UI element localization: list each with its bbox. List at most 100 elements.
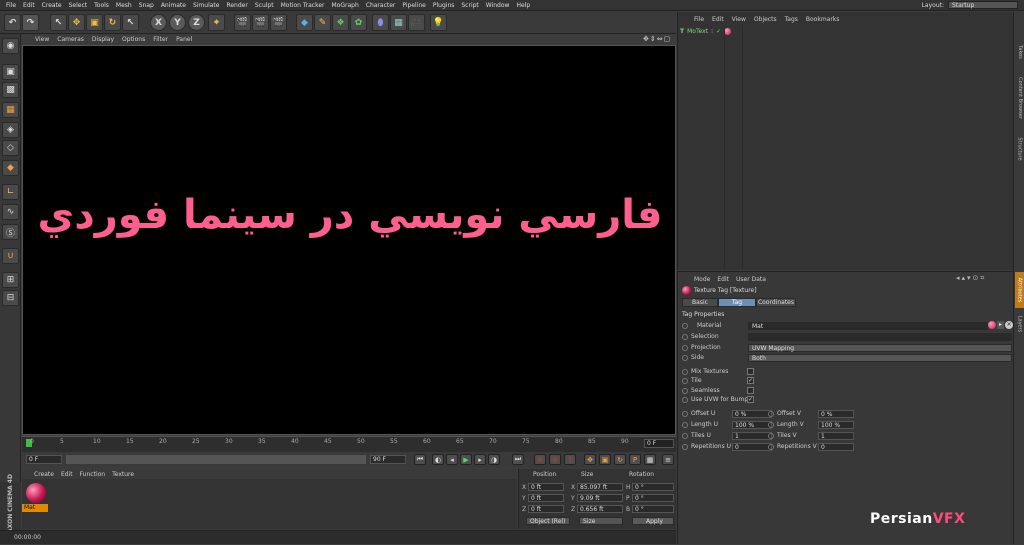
z-axis-button[interactable]: Z: [188, 14, 205, 31]
move-icon[interactable]: ✥: [68, 14, 85, 31]
menu-mograph[interactable]: MoGraph: [332, 2, 359, 9]
edges-mode-icon[interactable]: ◇: [2, 140, 19, 156]
viewport[interactable]: فارسي نويسي در سينما فوردي: [22, 45, 676, 435]
takes-tab[interactable]: Takes: [1015, 42, 1024, 62]
axis-mode-icon[interactable]: ∟: [2, 184, 19, 200]
material-name-label[interactable]: Mat: [22, 504, 48, 512]
object-row[interactable]: T MoText ⁝ ✓: [680, 26, 800, 36]
size-y-field[interactable]: 9.09 ft: [577, 494, 623, 502]
selection-field[interactable]: [748, 333, 1012, 341]
object-name[interactable]: MoText: [687, 28, 708, 35]
material-menu-texture[interactable]: Texture: [112, 471, 134, 478]
menu-create[interactable]: Create: [42, 2, 62, 9]
end-frame-field[interactable]: 90 F: [370, 455, 406, 464]
start-frame-field[interactable]: 0 F: [26, 455, 62, 464]
object-menu-bookmarks[interactable]: Bookmarks: [806, 16, 840, 23]
object-menu-view[interactable]: View: [732, 16, 746, 23]
render-view-icon[interactable]: 🎬: [234, 14, 251, 31]
object-menu-tags[interactable]: Tags: [785, 16, 798, 23]
menu-render[interactable]: Render: [226, 2, 247, 9]
point-level-icon[interactable]: ▦: [644, 454, 656, 465]
material-menu-edit[interactable]: Edit: [61, 471, 73, 478]
rot-h-field[interactable]: 0 °: [632, 483, 674, 491]
tab-basic[interactable]: Basic: [682, 298, 718, 307]
keyframe-selection-icon[interactable]: ?: [564, 454, 576, 465]
anim-dot-icon[interactable]: [682, 377, 688, 384]
deformer-icon[interactable]: ⬮: [372, 14, 389, 31]
structure-tab[interactable]: Structure: [1015, 134, 1024, 164]
menu-file[interactable]: File: [6, 2, 16, 9]
anim-dot-icon[interactable]: [768, 443, 774, 450]
pos-x-field[interactable]: 0 ft: [528, 483, 564, 491]
go-end-icon[interactable]: ⏭: [512, 454, 524, 465]
render-settings-icon[interactable]: 🎬: [270, 14, 287, 31]
repetitions-u-field[interactable]: 0: [732, 443, 772, 451]
menu-mesh[interactable]: Mesh: [116, 2, 132, 9]
coordinate-mode-select[interactable]: Object (Rel): [526, 517, 570, 525]
pos-y-field[interactable]: 0 ft: [528, 494, 564, 502]
material-preview-thumbnail[interactable]: [26, 483, 46, 503]
menu-help[interactable]: Help: [516, 2, 530, 9]
anim-dot-icon[interactable]: [682, 421, 688, 428]
timeline[interactable]: 0 5 10 15 20 25 30 35 40 45 50 55 60 65 …: [22, 436, 676, 452]
offset-u-field[interactable]: 0 %: [732, 410, 772, 418]
menu-pipeline[interactable]: Pipeline: [402, 2, 425, 9]
go-start-icon[interactable]: ⏮: [414, 454, 426, 465]
menu-simulate[interactable]: Simulate: [193, 2, 220, 9]
anim-dot-icon[interactable]: [768, 421, 774, 428]
anim-dot-icon[interactable]: [682, 322, 688, 329]
viewport-menu-options[interactable]: Options: [122, 36, 145, 43]
length-u-field[interactable]: 100 %: [732, 421, 772, 429]
repetitions-v-field[interactable]: 0: [818, 443, 854, 451]
coordinate-system-icon[interactable]: ⌖: [208, 14, 225, 31]
anim-dot-icon[interactable]: [768, 432, 774, 439]
material-menu-function[interactable]: Function: [80, 471, 106, 478]
attributes-menu-user-data[interactable]: User Data: [736, 276, 766, 283]
play-icon[interactable]: ▶: [460, 454, 472, 465]
menu-plugins[interactable]: Plugins: [433, 2, 455, 9]
texture-mode-icon[interactable]: ▩: [2, 82, 19, 98]
rot-b-field[interactable]: 0 °: [632, 505, 674, 513]
attributes-menu-mode[interactable]: Mode: [694, 276, 710, 283]
attributes-nav-icon[interactable]: ◂▴▾⊙⌗: [956, 274, 986, 283]
menu-tools[interactable]: Tools: [94, 2, 109, 9]
current-frame-field[interactable]: 0 F: [644, 439, 674, 448]
anim-dot-icon[interactable]: [682, 368, 688, 375]
tab-coordinates[interactable]: Coordinates: [756, 298, 796, 307]
make-editable-icon[interactable]: ◉: [2, 38, 19, 54]
anim-dot-icon[interactable]: [682, 396, 688, 403]
auto-key-icon[interactable]: ⊘: [549, 454, 561, 465]
polygons-mode-icon[interactable]: ◆: [2, 160, 19, 176]
scale-icon[interactable]: ▣: [86, 14, 103, 31]
texture-tag-icon[interactable]: [724, 27, 732, 35]
parameter-key-icon[interactable]: P: [629, 454, 641, 465]
next-frame-icon[interactable]: ▸: [474, 454, 486, 465]
anim-dot-icon[interactable]: [682, 354, 688, 361]
size-x-field[interactable]: 85.097 ft: [577, 483, 623, 491]
attributes-menu-edit[interactable]: Edit: [717, 276, 729, 283]
content-browser-tab[interactable]: Content Browser: [1015, 68, 1024, 128]
enabled-check-icon[interactable]: ✓: [716, 28, 721, 35]
mix-textures-checkbox[interactable]: [747, 368, 754, 375]
scale-key-icon[interactable]: ▣: [599, 454, 611, 465]
size-mode-select[interactable]: Size: [579, 517, 623, 525]
planar-workplane-icon[interactable]: ⊟: [2, 290, 19, 306]
material-swatch-icon[interactable]: [988, 321, 996, 329]
anim-dot-icon[interactable]: [682, 410, 688, 417]
viewport-menu-view[interactable]: View: [35, 36, 49, 43]
pen-icon[interactable]: ✎: [314, 14, 331, 31]
length-v-field[interactable]: 100 %: [818, 421, 854, 429]
anim-dot-icon[interactable]: [682, 387, 688, 394]
viewport-nav-icon[interactable]: ✥⇕⇔▢: [643, 35, 671, 43]
projection-select[interactable]: UVW Mapping: [748, 344, 1012, 352]
preview-range-slider[interactable]: [66, 455, 366, 464]
cloner-icon[interactable]: ✿: [350, 14, 367, 31]
tiles-u-field[interactable]: 1: [732, 432, 772, 440]
material-clear-icon[interactable]: ✕: [1005, 321, 1013, 329]
tab-tag[interactable]: Tag: [718, 298, 756, 307]
menu-sculpt[interactable]: Sculpt: [255, 2, 274, 9]
tile-checkbox[interactable]: ✓: [747, 377, 754, 384]
layout-select[interactable]: Startup: [948, 1, 1018, 9]
viewport-menu-cameras[interactable]: Cameras: [57, 36, 84, 43]
size-z-field[interactable]: 0.656 ft: [577, 505, 623, 513]
